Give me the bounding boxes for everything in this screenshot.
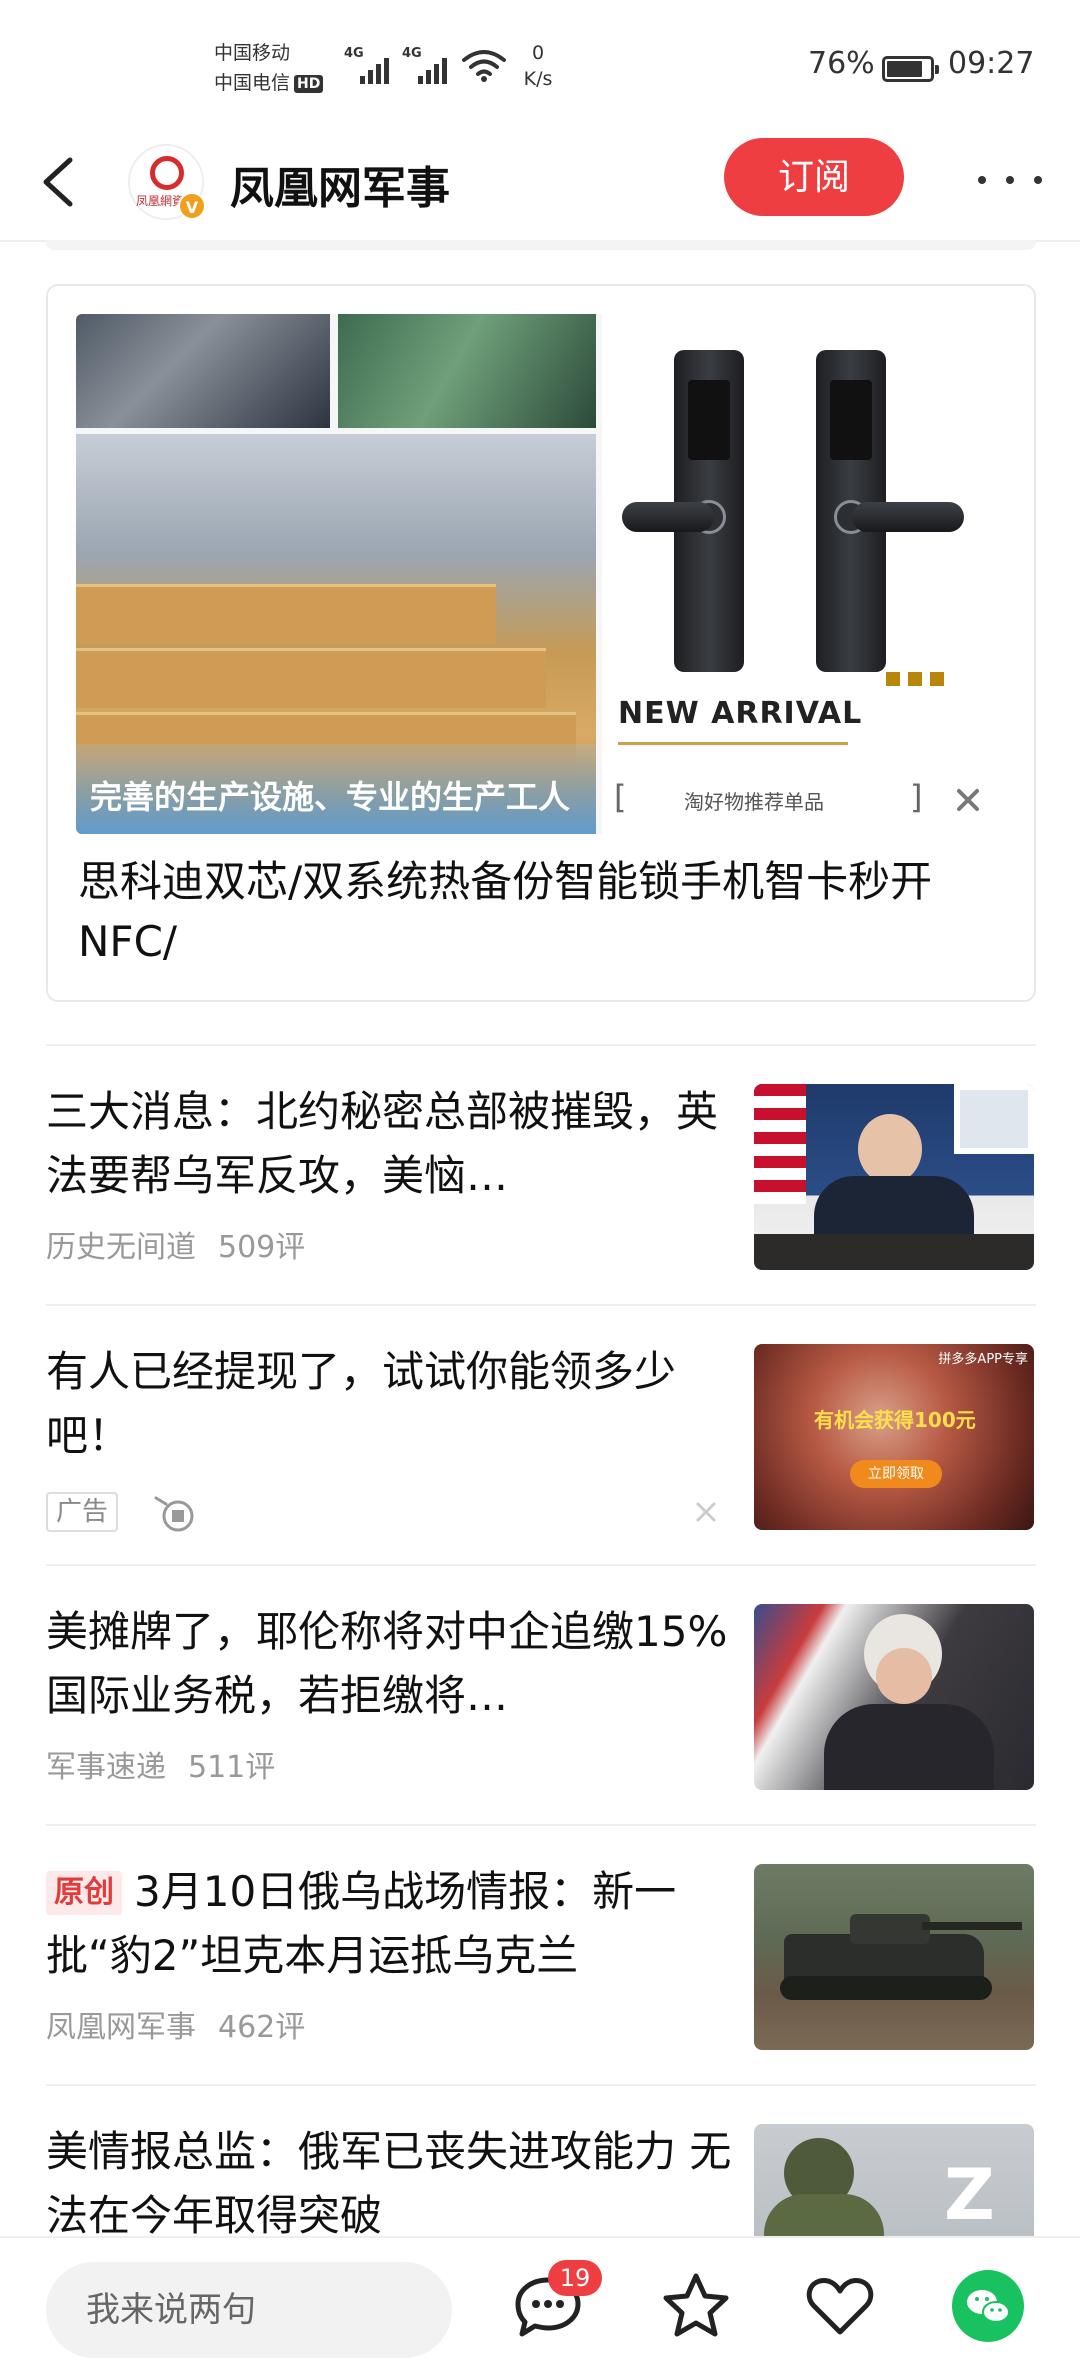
decor-squares [886, 672, 944, 686]
news-meta: 军事速递 511评 [46, 1742, 275, 1786]
close-icon[interactable] [948, 780, 988, 820]
factory-photo-1 [76, 314, 330, 428]
news-thumbnail[interactable] [754, 1084, 1034, 1270]
news-source: 凤凰网军事 [46, 2010, 196, 2045]
phoenix-logo-icon [150, 156, 184, 190]
comment-input[interactable]: 我来说两句 [46, 2262, 452, 2358]
clock: 09:27 [948, 46, 1035, 81]
comment-count: 462评 [218, 2010, 306, 2045]
thumb-corner-text: 拼多多APP专享 [938, 1352, 1028, 1367]
subscribe-button[interactable]: 订阅 [724, 138, 904, 216]
news-title[interactable]: 美情报总监：俄军已丧失进攻能力 无法在今年取得突破 [46, 2120, 736, 2236]
news-title[interactable]: 原创 3月10日俄乌战场情报：新一批“豹2”坦克本月运抵乌克兰 [46, 1860, 736, 1988]
recommend-label: 淘好物推荐单品 [684, 790, 824, 814]
status-bar: 中国移动 中国电信 HD 4G 4G 0 K/s 76% 09:27 [0, 0, 1080, 130]
back-arrow-icon[interactable] [36, 152, 86, 212]
carrier-1: 中国移动 [214, 42, 291, 64]
wechat-share-button[interactable] [952, 2270, 1024, 2342]
news-meta: 历史无间道 509评 [46, 1222, 305, 1266]
ad-slogan: 完善的生产设施、专业的生产工人 [76, 744, 596, 834]
verified-badge: V [178, 192, 206, 220]
ad-thumbnail[interactable]: 拼多多APP专享 有机会获得100元 立即领取 [754, 1344, 1034, 1530]
news-item[interactable]: 原创 3月10日俄乌战场情报：新一批“豹2”坦克本月运抵乌克兰 凤凰网军事 462评 [46, 1824, 1036, 2084]
factory-photo-2 [338, 314, 596, 428]
carrier-2: 中国电信 [214, 72, 291, 94]
signal-2-icon: 4G [402, 46, 458, 84]
channel-name[interactable]: 凤凰网军事 [230, 152, 450, 216]
bottom-action-bar: 我来说两句 19 [0, 2236, 1080, 2376]
comment-count-badge: 19 [548, 2260, 602, 2296]
news-thumbnail[interactable] [754, 1604, 1034, 1790]
original-tag: 原创 [46, 1871, 122, 1915]
heart-icon[interactable] [800, 2266, 880, 2346]
thumb-banner: 有机会获得100元 [814, 1408, 976, 1432]
product-panel: NEW ARRIVAL [ 淘好物推荐单品 ] [602, 314, 1004, 834]
news-item[interactable]: 三大消息：北约秘密总部被摧毁，英法要帮乌军反攻，美恼… 历史无间道 509评 [46, 1044, 1036, 1304]
comment-count: 509评 [218, 1230, 306, 1265]
news-thumbnail[interactable]: Z [754, 2124, 1034, 2236]
thumb-cta: 立即领取 [850, 1460, 942, 1488]
news-meta: 凤凰网军事 462评 [46, 2002, 305, 2046]
channel-avatar[interactable]: 凤凰網資訊 V [128, 144, 206, 220]
ad-choices-icon[interactable] [152, 1490, 200, 1538]
new-arrival-label: NEW ARRIVAL [618, 696, 863, 731]
news-item[interactable]: 美摊牌了，耶伦称将对中企追缴15%国际业务税，若拒缴将… 军事速递 511评 [46, 1564, 1036, 1824]
divider [618, 742, 848, 745]
news-title[interactable]: 有人已经提现了，试试你能领多少吧！ [46, 1340, 736, 1468]
factory-photos: 完善的生产设施、专业的生产工人 [76, 314, 596, 834]
ad-title[interactable]: 思科迪双芯/双系统热备份智能锁手机智卡秒开NFC/ [78, 852, 1008, 972]
more-dots-icon[interactable] [978, 170, 1042, 190]
news-thumbnail[interactable] [754, 1864, 1034, 2050]
signal-1-icon: 4G [344, 46, 400, 84]
battery-percent: 76% [808, 46, 875, 81]
news-source: 军事速递 [46, 1750, 166, 1785]
ad-badge: 广告 [46, 1492, 119, 1532]
wechat-icon [967, 2290, 1010, 2323]
hd-badge: HD [294, 74, 324, 93]
news-item[interactable]: 美情报总监：俄军已丧失进攻能力 无法在今年取得突破 Z [46, 2084, 1036, 2236]
recommend-row: [ 淘好物推荐单品 ] [614, 774, 994, 818]
wifi-icon [462, 50, 506, 82]
ad-card[interactable]: 完善的生产设施、专业的生产工人 NEW ARRIVAL [ 淘好物推荐单品 ] … [46, 284, 1036, 1002]
battery-icon [882, 56, 939, 82]
ad-news-item[interactable]: 有人已经提现了，试试你能领多少吧！ 广告 拼多多APP专享 有机会获得100元 … [46, 1304, 1036, 1564]
network-speed: 0 K/s [523, 42, 553, 90]
news-title[interactable]: 三大消息：北约秘密总部被摧毁，英法要帮乌军反攻，美恼… [46, 1080, 736, 1208]
close-icon[interactable] [686, 1492, 726, 1532]
previous-card-edge [46, 240, 1036, 250]
z-mark-icon: Z [944, 2154, 995, 2236]
channel-header: 凤凰網資訊 V 凤凰网军事 订阅 [0, 130, 1080, 242]
comment-count: 511评 [188, 1750, 276, 1785]
carrier-info: 中国移动 中国电信 HD [214, 38, 324, 98]
news-source: 历史无间道 [46, 1230, 196, 1265]
star-icon[interactable] [656, 2266, 736, 2346]
news-title[interactable]: 美摊牌了，耶伦称将对中企追缴15%国际业务税，若拒缴将… [46, 1600, 736, 1728]
ad-image[interactable]: 完善的生产设施、专业的生产工人 NEW ARRIVAL [ 淘好物推荐单品 ] [76, 314, 1004, 834]
